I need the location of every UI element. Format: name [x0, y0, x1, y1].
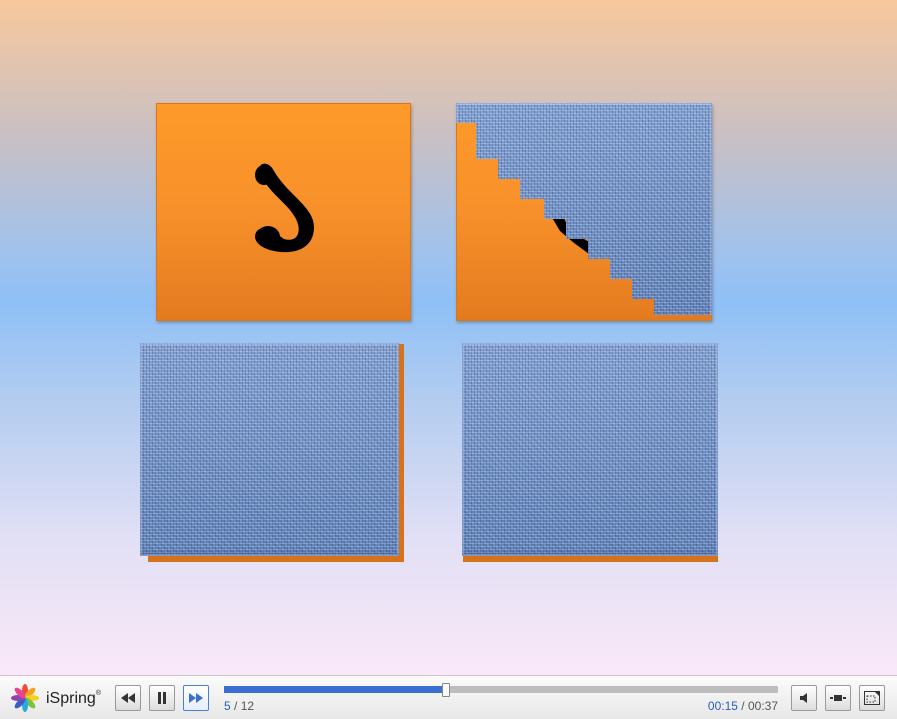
ispring-flower-icon — [11, 684, 39, 712]
rewind-icon — [121, 693, 135, 703]
tile-shadow — [463, 555, 718, 562]
tile-shadow — [148, 555, 404, 562]
outline-toggle-button[interactable] — [825, 685, 851, 711]
tile-covered[interactable] — [140, 343, 399, 556]
fullscreen-icon — [864, 691, 880, 705]
letter-dal-glyph — [254, 163, 314, 253]
speaker-icon — [800, 693, 807, 703]
pause-icon — [158, 692, 166, 704]
tile-partially-revealed[interactable] — [456, 103, 712, 321]
layout-icon — [830, 695, 846, 701]
ispring-logo[interactable]: iSpring® — [10, 684, 105, 712]
seek-bar-handle[interactable] — [441, 683, 450, 697]
seek-bar-progress — [224, 686, 446, 693]
playback-time: 00:15 / 00:37 — [707, 699, 778, 713]
slide-canvas — [0, 0, 897, 675]
next-slide-button[interactable] — [183, 685, 209, 711]
fullscreen-button[interactable] — [859, 685, 885, 711]
seek-bar[interactable] — [224, 683, 778, 697]
tile-covered[interactable] — [462, 343, 718, 556]
previous-slide-button[interactable] — [115, 685, 141, 711]
volume-button[interactable] — [791, 685, 817, 711]
fast-forward-icon — [189, 693, 203, 703]
slide-counter: 5 / 12 — [224, 699, 255, 713]
logo-text: iSpring® — [46, 690, 101, 707]
tile-letter[interactable] — [156, 103, 411, 321]
pause-button[interactable] — [149, 685, 175, 711]
player-control-bar: iSpring® 5 / 12 00:15 / 00:37 — [0, 675, 897, 719]
